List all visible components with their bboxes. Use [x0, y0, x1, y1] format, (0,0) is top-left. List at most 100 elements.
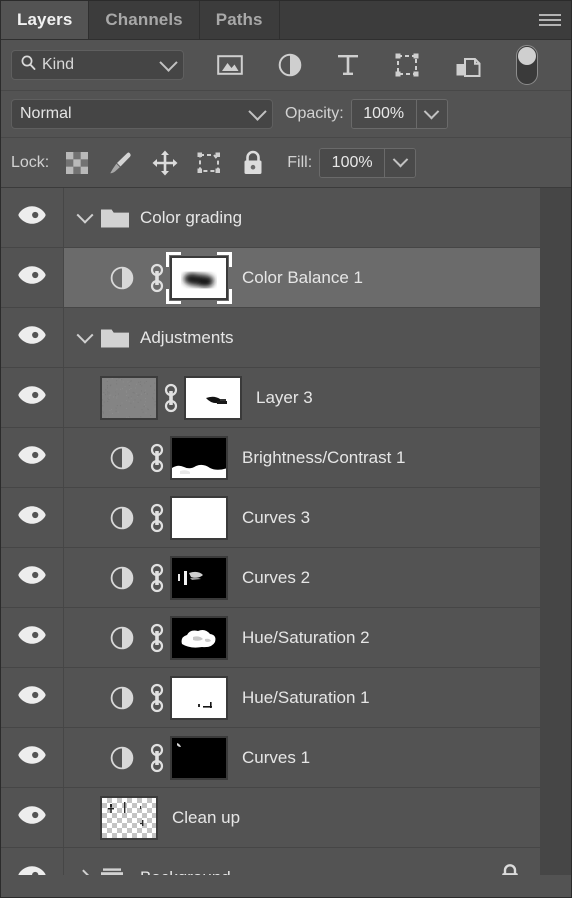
- tab-layers[interactable]: Layers: [1, 1, 90, 39]
- adjustment-layer-icon[interactable]: [100, 446, 144, 470]
- eye-icon: [17, 205, 47, 230]
- layer-mask-thumbnail[interactable]: [170, 735, 228, 780]
- layer-mask-thumbnail[interactable]: [170, 435, 228, 480]
- layer-row-body: Layer 3: [64, 368, 541, 427]
- eye-icon: [17, 265, 47, 290]
- layer-name[interactable]: Layer 3: [256, 388, 313, 408]
- mask-selected-bracket: [166, 251, 181, 267]
- tab-paths[interactable]: Paths: [199, 1, 280, 39]
- mask-thumbnail-image: [170, 435, 228, 480]
- layer-visibility-toggle[interactable]: [1, 368, 64, 427]
- link-mask-icon[interactable]: [144, 443, 170, 473]
- layer-visibility-toggle[interactable]: [1, 188, 64, 247]
- layer-row[interactable]: Background: [1, 848, 541, 875]
- chevron-down-icon[interactable]: [74, 326, 96, 344]
- layer-visibility-toggle[interactable]: [1, 788, 64, 847]
- panel-menu-button[interactable]: [529, 1, 571, 39]
- layer-row[interactable]: Curves 2: [1, 548, 541, 608]
- chevron-down-icon: [159, 52, 178, 72]
- layer-name[interactable]: Color grading: [140, 208, 242, 228]
- adjustment-layer-icon[interactable]: [100, 266, 144, 290]
- layer-row[interactable]: Adjustments: [1, 308, 541, 368]
- filter-kind-select[interactable]: Kind: [11, 50, 184, 80]
- layer-row[interactable]: Brightness/Contrast 1: [1, 428, 541, 488]
- layer-name[interactable]: Hue/Saturation 1: [242, 688, 370, 708]
- opacity-spinner-button[interactable]: [415, 100, 447, 128]
- layer-mask-thumbnail[interactable]: [170, 495, 228, 540]
- eye-icon: [17, 685, 47, 710]
- layer-visibility-toggle[interactable]: [1, 548, 64, 607]
- link-mask-icon[interactable]: [144, 503, 170, 533]
- layer-name[interactable]: Curves 2: [242, 568, 310, 588]
- adjustment-layer-icon[interactable]: [100, 686, 144, 710]
- link-mask-icon[interactable]: [158, 383, 184, 413]
- tab-channels[interactable]: Channels: [89, 1, 200, 39]
- adjustment-layer-icon[interactable]: [100, 626, 144, 650]
- layer-mask-thumbnail[interactable]: [170, 615, 228, 660]
- opacity-field[interactable]: 100%: [350, 99, 448, 129]
- layer-name[interactable]: Clean up: [172, 808, 240, 828]
- fill-spinner-button[interactable]: [384, 148, 416, 177]
- layer-mask-thumbnail[interactable]: [170, 675, 228, 720]
- fill-field[interactable]: 100%: [319, 147, 417, 178]
- fill-value[interactable]: 100%: [320, 148, 385, 177]
- chevron-down-icon[interactable]: [74, 206, 96, 224]
- layer-list-scrollbar[interactable]: [540, 188, 571, 875]
- layer-name[interactable]: Adjustments: [140, 328, 234, 348]
- layer-row[interactable]: Curves 1: [1, 728, 541, 788]
- adjustment-layer-icon[interactable]: [100, 746, 144, 770]
- layer-row[interactable]: Curves 3: [1, 488, 541, 548]
- lock-position-icon[interactable]: [143, 146, 187, 180]
- lock-artboard-nesting-icon[interactable]: [187, 146, 231, 180]
- layer-name[interactable]: Curves 1: [242, 748, 310, 768]
- layer-row[interactable]: Color grading: [1, 188, 541, 248]
- layer-name[interactable]: Hue/Saturation 2: [242, 628, 370, 648]
- layer-visibility-toggle[interactable]: [1, 248, 64, 307]
- layer-thumbnail[interactable]: [100, 795, 158, 840]
- layer-mask-thumbnail[interactable]: [184, 375, 242, 420]
- layer-name[interactable]: Curves 3: [242, 508, 310, 528]
- layer-row[interactable]: Clean up: [1, 788, 541, 848]
- layer-list[interactable]: Color grading Color Balance 1 Adjustments L…: [1, 188, 571, 875]
- layer-thumbnail[interactable]: [100, 375, 158, 420]
- layer-visibility-toggle[interactable]: [1, 608, 64, 667]
- layer-row[interactable]: Hue/Saturation 1: [1, 668, 541, 728]
- filter-type-layers-icon[interactable]: [337, 53, 359, 77]
- link-mask-icon[interactable]: [144, 743, 170, 773]
- layer-mask-thumbnail[interactable]: [170, 555, 228, 600]
- hamburger-menu-icon: [539, 11, 561, 29]
- lock-image-pixels-icon[interactable]: [99, 146, 143, 180]
- mask-selected-bracket: [217, 288, 232, 304]
- filter-shape-layers-icon[interactable]: [394, 53, 420, 77]
- layer-visibility-toggle[interactable]: [1, 308, 64, 367]
- chevron-right-icon[interactable]: [74, 869, 96, 875]
- layer-visibility-toggle[interactable]: [1, 728, 64, 787]
- adjustment-layer-icon[interactable]: [100, 566, 144, 590]
- layer-name[interactable]: Brightness/Contrast 1: [242, 448, 405, 468]
- filter-adjustment-layers-icon[interactable]: [278, 53, 302, 77]
- link-mask-icon[interactable]: [144, 563, 170, 593]
- blend-mode-select[interactable]: Normal: [11, 99, 273, 129]
- opacity-value[interactable]: 100%: [351, 100, 416, 128]
- layer-visibility-toggle[interactable]: [1, 668, 64, 727]
- layer-visibility-toggle[interactable]: [1, 848, 64, 875]
- mask-thumbnail-image: [170, 495, 228, 540]
- mask-thumbnail-image: [170, 615, 228, 660]
- adjustment-layer-icon[interactable]: [100, 506, 144, 530]
- layer-name[interactable]: Color Balance 1: [242, 268, 363, 288]
- layer-visibility-toggle[interactable]: [1, 488, 64, 547]
- link-mask-icon[interactable]: [144, 623, 170, 653]
- link-mask-icon[interactable]: [144, 683, 170, 713]
- layer-name[interactable]: Background: [140, 868, 231, 876]
- layer-row[interactable]: Color Balance 1: [1, 248, 541, 308]
- filter-pixel-layers-icon[interactable]: [217, 54, 244, 76]
- lock-transparent-pixels-icon[interactable]: [55, 146, 99, 180]
- layer-row-body: Curves 1: [64, 728, 541, 787]
- lock-all-icon[interactable]: [231, 146, 275, 180]
- layer-row[interactable]: Layer 3: [1, 368, 541, 428]
- layer-visibility-toggle[interactable]: [1, 428, 64, 487]
- layer-row[interactable]: Hue/Saturation 2: [1, 608, 541, 668]
- filter-toggle-switch[interactable]: [515, 45, 538, 85]
- layer-mask-thumbnail[interactable]: [166, 251, 232, 304]
- filter-smart-object-icon[interactable]: [455, 52, 481, 78]
